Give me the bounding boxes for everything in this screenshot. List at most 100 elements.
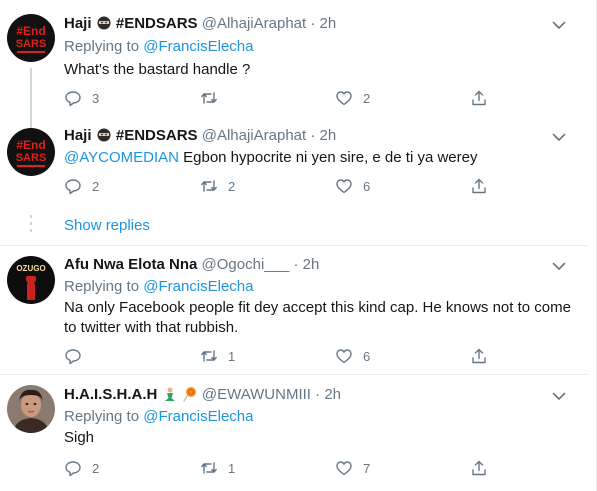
reply-button[interactable]: 2 [64,458,99,478]
retweet-icon [201,462,217,474]
chevron-down-icon[interactable] [550,128,568,146]
share-icon [472,90,486,106]
separator-dot: · [315,386,321,403]
tweet-3[interactable]: OZUGO Afu Nwa Elota Nna @Ogochi___ · 2h … [0,246,588,374]
tweet-actions: 2 1 7 [64,458,504,478]
user-handle[interactable]: @Ogochi___ [202,256,290,273]
avatar-text-sars: SARS [16,38,47,50]
retweet-icon [201,92,217,104]
timestamp[interactable]: 2h [320,127,337,144]
avatar-text-end: #End [16,138,45,152]
like-button[interactable]: 7 [335,458,370,478]
share-button[interactable] [470,458,488,478]
replying-to: Replying to @FrancisElecha [64,407,254,427]
tweet-actions: 1 6 [64,346,504,366]
display-name[interactable]: Afu Nwa Elota Nna [64,256,197,273]
tweet-text-line: to twitter with that rubbish. [64,319,239,336]
mermaid-emoji-icon [162,386,178,408]
replying-to-link[interactable]: @FrancisElecha [143,278,253,295]
tweet-body: Egbon hypocrite ni yen sire, e de ti ya … [178,149,478,166]
user-handle[interactable]: @AlhajiAraphat [202,127,306,144]
share-icon [472,178,486,194]
reply-icon [65,91,81,107]
replying-to-link[interactable]: @FrancisElecha [143,38,253,55]
mention-link[interactable]: @AYCOMEDIAN [64,149,179,166]
chevron-down-icon[interactable] [550,387,568,405]
thread-line [30,118,32,128]
display-name[interactable]: H.A.I.S.H.A.H [64,386,157,403]
reply-icon [65,179,81,195]
chevron-down-icon[interactable] [550,16,568,34]
chevron-down-icon[interactable] [550,257,568,275]
retweet-button[interactable]: 1 [200,458,235,478]
retweet-button[interactable] [200,88,228,108]
reply-thread: #End SARS Haji #ENDSARS @AlhajiAraphat ·… [0,0,597,491]
replying-to: Replying to @FrancisElecha [64,277,254,297]
user-handle[interactable]: @AlhajiAraphat [202,15,306,32]
reply-icon [65,461,81,477]
tweet-4[interactable]: H.A.I.S.H.A.H @EWAWUNMIII · 2h Replying … [0,375,588,491]
avatar-text-sars: SARS [16,152,47,164]
avatar[interactable] [7,385,55,433]
heart-icon [336,349,352,364]
replying-to-link[interactable]: @FrancisElecha [143,408,253,425]
share-button[interactable] [470,176,488,196]
like-count: 2 [363,90,371,106]
heart-icon [336,179,352,194]
retweet-count: 1 [228,348,236,364]
avatar[interactable]: OZUGO [7,256,55,304]
like-button[interactable]: 6 [335,176,370,196]
thread-line [30,68,32,118]
display-name[interactable]: Haji [64,15,92,32]
avatar-text-ozugo: OZUGO [16,264,45,273]
share-icon [472,460,486,476]
tweet-1[interactable]: #End SARS Haji #ENDSARS @AlhajiAraphat ·… [0,0,588,118]
separator-dot: · [310,127,316,144]
reply-count: 2 [92,178,100,194]
reply-icon [65,349,81,365]
tweet-actions: 3 2 [64,88,504,108]
share-button[interactable] [470,88,488,108]
reply-count: 2 [92,460,100,476]
reply-button[interactable]: 2 [64,176,99,196]
heart-icon [336,461,352,476]
reply-button[interactable]: 3 [64,88,99,108]
share-button[interactable] [470,346,488,366]
timestamp[interactable]: 2h [320,15,337,32]
reply-button[interactable] [64,346,92,366]
timestamp[interactable]: 2h [324,386,341,403]
separator-dot: · [293,256,299,273]
avatar[interactable]: #End SARS [7,128,55,176]
timestamp[interactable]: 2h [303,256,320,273]
lollipop-emoji-icon [182,386,198,408]
tweet-header: Haji #ENDSARS @AlhajiAraphat · 2h [64,14,336,34]
retweet-count: 2 [228,178,236,194]
like-button[interactable]: 2 [335,88,370,108]
like-count: 6 [363,348,371,364]
tweet-text: @AYCOMEDIAN Egbon hypocrite ni yen sire,… [64,148,579,168]
replying-to: Replying to @FrancisElecha [64,37,254,57]
avatar-text-end: #End [16,24,45,38]
display-name[interactable]: Haji [64,127,92,144]
thread-dots [29,215,33,236]
like-count: 7 [363,460,371,476]
retweet-count: 1 [228,460,236,476]
replying-to-prefix: Replying to [64,408,144,425]
retweet-button[interactable]: 2 [200,176,235,196]
retweet-button[interactable]: 1 [200,346,235,366]
tweet-text: What's the bastard handle ? [64,61,251,78]
replying-to-prefix: Replying to [64,38,144,55]
tweet-text: Na only Facebook people fit dey accept t… [64,298,579,338]
like-button[interactable]: 6 [335,346,370,366]
tweet-text-line: Na only Facebook people fit dey accept t… [64,299,571,316]
tweet-header: Afu Nwa Elota Nna @Ogochi___ · 2h [64,255,319,275]
tweet-actions: 2 2 6 [64,176,504,196]
avatar[interactable]: #End SARS [7,14,55,62]
show-replies-link[interactable]: Show replies [64,216,150,236]
tweet-header: Haji #ENDSARS @AlhajiAraphat · 2h [64,126,336,146]
user-handle[interactable]: @EWAWUNMIII [202,386,311,403]
tweet-2[interactable]: #End SARS Haji #ENDSARS @AlhajiAraphat ·… [0,118,588,246]
reply-count: 3 [92,90,100,106]
display-name-tag: #ENDSARS [115,127,198,144]
separator-dot: · [310,15,316,32]
